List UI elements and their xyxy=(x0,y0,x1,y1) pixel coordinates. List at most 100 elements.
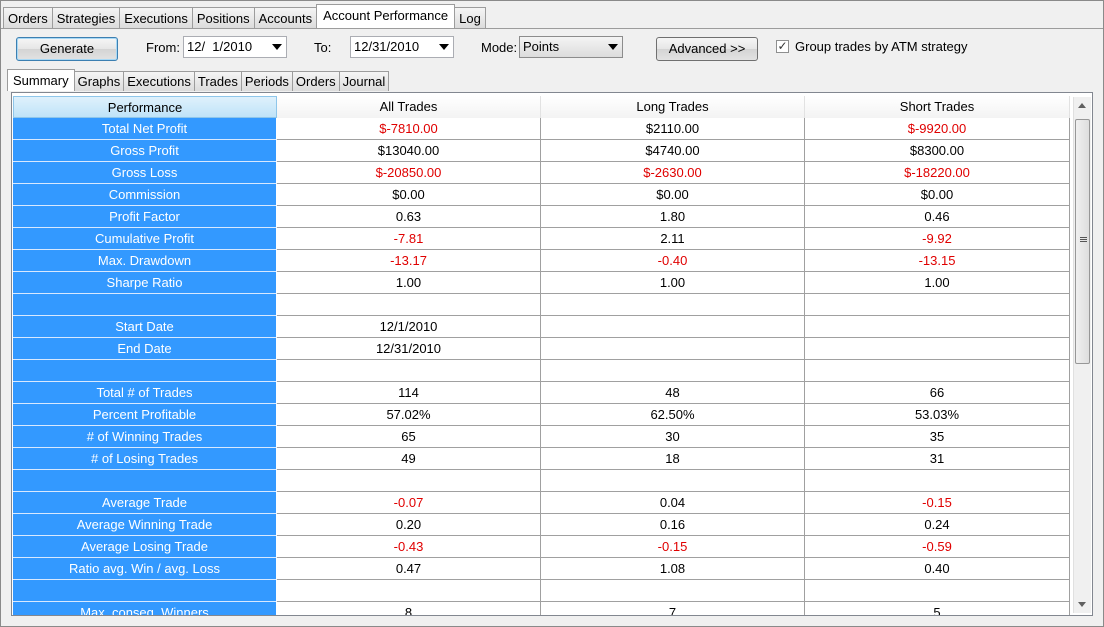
metric-value-cell: 7 xyxy=(541,602,805,615)
metric-value-cell: 49 xyxy=(277,448,541,470)
account-performance-window: Orders Strategies Executions Positions Accou… xyxy=(0,0,1104,627)
metric-name-cell: Percent Profitable xyxy=(13,404,277,426)
advanced-button[interactable]: Advanced >> xyxy=(656,37,758,61)
metric-value-cell: 48 xyxy=(541,382,805,404)
column-header-all-trades[interactable]: All Trades xyxy=(277,96,541,118)
table-row: Percent Profitable 57.02% 62.50% 53.03% xyxy=(13,404,1070,426)
table-row: Gross Profit $13040.00 $4740.00 $8300.00 xyxy=(13,140,1070,162)
metric-value-cell: 30 xyxy=(541,426,805,448)
metric-name-cell: # of Winning Trades xyxy=(13,426,277,448)
metric-value-cell: 65 xyxy=(277,426,541,448)
metric-value-cell xyxy=(805,360,1070,382)
metric-value-cell: -13.17 xyxy=(277,250,541,272)
metric-value-cell xyxy=(805,580,1070,602)
metric-value-cell: 0.47 xyxy=(277,558,541,580)
table-row: End Date 12/31/2010 xyxy=(13,338,1070,360)
metric-value-cell: 0.16 xyxy=(541,514,805,536)
metric-name-cell: Average Winning Trade xyxy=(13,514,277,536)
tab-log[interactable]: Log xyxy=(454,7,486,28)
metric-value-cell xyxy=(541,338,805,360)
tab-executions[interactable]: Executions xyxy=(119,7,193,28)
table-row: Commission $0.00 $0.00 $0.00 xyxy=(13,184,1070,206)
metric-value-cell: -9.92 xyxy=(805,228,1070,250)
grip-line xyxy=(1080,239,1087,240)
column-header-performance[interactable]: Performance xyxy=(13,96,277,118)
subtab-summary[interactable]: Summary xyxy=(7,69,75,91)
metric-value-cell xyxy=(805,294,1070,316)
from-date-picker[interactable]: 12/ 1/2010 xyxy=(183,36,287,58)
metric-value-cell: 1.00 xyxy=(541,272,805,294)
metric-name-cell xyxy=(13,580,277,602)
metric-name-cell: Start Date xyxy=(13,316,277,338)
metric-value-cell: $0.00 xyxy=(277,184,541,206)
metric-name-cell: Average Losing Trade xyxy=(13,536,277,558)
metric-name-cell xyxy=(13,294,277,316)
metric-name-cell: # of Losing Trades xyxy=(13,448,277,470)
scroll-up-arrow-icon[interactable] xyxy=(1078,103,1086,108)
chevron-down-icon[interactable] xyxy=(272,44,282,50)
metric-value-cell: 1.00 xyxy=(277,272,541,294)
table-row: Profit Factor 0.63 1.80 0.46 xyxy=(13,206,1070,228)
to-date-picker[interactable]: 12/31/2010 xyxy=(350,36,454,58)
subtab-journal[interactable]: Journal xyxy=(338,71,390,91)
mode-value: Points xyxy=(523,39,560,54)
metric-name-cell: Ratio avg. Win / avg. Loss xyxy=(13,558,277,580)
metric-value-cell xyxy=(805,470,1070,492)
metric-value-cell xyxy=(541,294,805,316)
mode-select[interactable]: Points xyxy=(519,36,623,58)
metric-value-cell xyxy=(277,294,541,316)
to-label: To: xyxy=(314,40,332,55)
from-date-value: 12/ 1/2010 xyxy=(187,39,253,54)
metric-value-cell: 0.24 xyxy=(805,514,1070,536)
generate-button[interactable]: Generate xyxy=(16,37,118,61)
metric-value-cell: 35 xyxy=(805,426,1070,448)
table-row xyxy=(13,360,1070,382)
tab-positions[interactable]: Positions xyxy=(191,7,255,28)
group-trades-label[interactable]: Group trades by ATM strategy xyxy=(795,39,967,55)
table-body: Total Net Profit $-7810.00 $2110.00 $-9920.… xyxy=(13,118,1070,615)
metric-value-cell: 1.08 xyxy=(541,558,805,580)
metric-value-cell: 18 xyxy=(541,448,805,470)
subtab-periods[interactable]: Periods xyxy=(240,71,293,91)
metric-value-cell: $4740.00 xyxy=(541,140,805,162)
subtab-executions[interactable]: Executions xyxy=(123,71,195,91)
column-header-short-trades[interactable]: Short Trades xyxy=(805,96,1070,118)
tab-bar-divider xyxy=(1,28,1103,29)
metric-value-cell: 12/1/2010 xyxy=(277,316,541,338)
grip-line xyxy=(1080,241,1087,242)
subtab-orders[interactable]: Orders xyxy=(291,71,340,91)
metric-value-cell: $-9920.00 xyxy=(805,118,1070,140)
metric-value-cell: 1.80 xyxy=(541,206,805,228)
tab-orders[interactable]: Orders xyxy=(3,7,53,28)
tab-strategies[interactable]: Strategies xyxy=(51,7,121,28)
metric-value-cell: 31 xyxy=(805,448,1070,470)
subtab-trades[interactable]: Trades xyxy=(193,71,242,91)
table-row: Max. conseq. Winners 8 7 5 xyxy=(13,602,1070,615)
subtab-graphs[interactable]: Graphs xyxy=(73,71,125,91)
metric-name-cell: Average Trade xyxy=(13,492,277,514)
tab-account-performance[interactable]: Account Performance xyxy=(316,4,456,28)
metric-name-cell: Gross Loss xyxy=(13,162,277,184)
table-header: Performance All Trades Long Trades Short Tr… xyxy=(13,96,1070,118)
chevron-down-icon xyxy=(608,44,618,50)
metric-value-cell xyxy=(277,580,541,602)
scroll-thumb[interactable] xyxy=(1075,119,1090,364)
table-row: Average Trade -0.07 0.04 -0.15 xyxy=(13,492,1070,514)
metric-value-cell xyxy=(805,316,1070,338)
checkmark-icon: ✓ xyxy=(777,39,788,53)
scroll-down-arrow-icon[interactable] xyxy=(1078,602,1086,607)
column-header-long-trades[interactable]: Long Trades xyxy=(541,96,805,118)
table-row: Max. Drawdown -13.17 -0.40 -13.15 xyxy=(13,250,1070,272)
chevron-down-icon[interactable] xyxy=(439,44,449,50)
vertical-scrollbar[interactable] xyxy=(1073,97,1091,613)
metric-value-cell xyxy=(541,360,805,382)
metric-value-cell: 0.40 xyxy=(805,558,1070,580)
group-trades-checkbox[interactable]: ✓ xyxy=(776,40,789,53)
report-tab-bar: Summary Graphs Executions Trades Periods Orde… xyxy=(7,69,390,91)
metric-name-cell: Gross Profit xyxy=(13,140,277,162)
metric-value-cell xyxy=(277,470,541,492)
metric-value-cell: $0.00 xyxy=(541,184,805,206)
metric-value-cell: 57.02% xyxy=(277,404,541,426)
tab-accounts[interactable]: Accounts xyxy=(253,7,318,28)
metric-value-cell: 114 xyxy=(277,382,541,404)
